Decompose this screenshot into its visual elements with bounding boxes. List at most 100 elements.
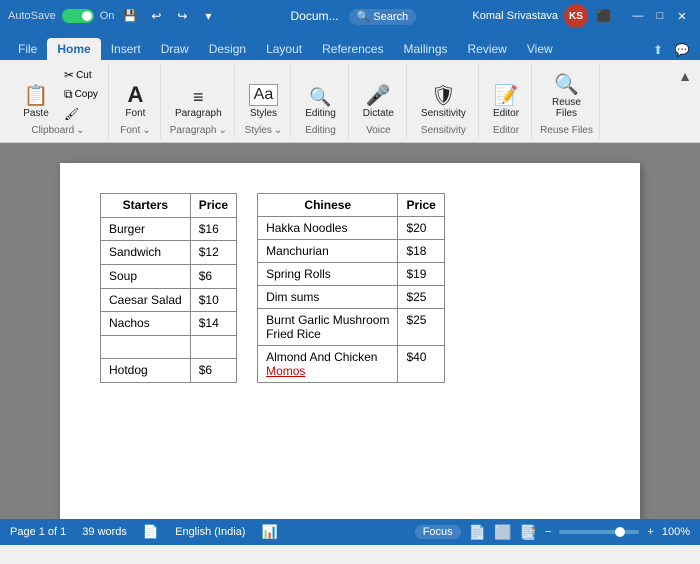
search-icon[interactable]: 🔍 Search <box>349 9 417 25</box>
user-area: Komal Srivastava KS <box>472 4 588 28</box>
ribbon-tabs: File Home Insert Draw Design Layout Refe… <box>0 32 700 60</box>
undo-icon[interactable]: ↩ <box>146 6 166 26</box>
clipboard-text: Clipboard <box>31 125 74 136</box>
redo-icon[interactable]: ↪ <box>172 6 192 26</box>
comment-icon[interactable]: 💬 <box>672 40 692 60</box>
save-icon[interactable]: 💾 <box>120 6 140 26</box>
clipboard-expand-icon[interactable]: ⌄ <box>76 125 84 136</box>
tab-review[interactable]: Review <box>458 38 517 60</box>
cut-button[interactable]: ✂ Cut <box>60 66 102 84</box>
reuse-files-button[interactable]: 🔍 ReuseFiles <box>546 71 587 123</box>
starters-price-header: Price <box>190 194 236 218</box>
paragraph-label: Paragraph <box>175 108 222 119</box>
dictate-button[interactable]: 🎤 Dictate <box>357 82 400 123</box>
voice-buttons: 🎤 Dictate <box>357 66 400 123</box>
editing-group-label: Editing <box>305 125 336 136</box>
sensitivity-buttons: 🛡 Sensitivity <box>415 66 472 123</box>
starters-price-1: $16 <box>190 217 236 241</box>
view-icon-3[interactable]: 📑 <box>520 524 537 541</box>
ribbon-collapse-arrow[interactable]: ▲ <box>678 68 692 84</box>
share-icon[interactable]: ⬆ <box>648 40 668 60</box>
sensitivity-label: Sensitivity <box>421 108 466 119</box>
zoom-level: 100% <box>662 526 690 538</box>
autosave-toggle[interactable] <box>62 9 94 23</box>
view-icon-2[interactable]: ⬜ <box>494 524 511 541</box>
table-row: Almond And ChickenMomos $40 <box>258 346 445 383</box>
clipboard-group: 📋 Paste ✂ Cut ⧉ Copy 🖌 Clipboard <box>8 64 109 138</box>
table-row: Burger $16 <box>101 217 237 241</box>
copy-button[interactable]: ⧉ Copy <box>60 85 102 104</box>
tab-home[interactable]: Home <box>47 38 100 60</box>
focus-button[interactable]: Focus <box>415 525 461 539</box>
reuse-files-group: 🔍 ReuseFiles Reuse Files <box>534 64 600 138</box>
tab-layout[interactable]: Layout <box>256 38 312 60</box>
paragraph-buttons: ≡ Paragraph <box>169 66 228 123</box>
customize-icon[interactable]: ▾ <box>198 6 218 26</box>
minimize-button[interactable]: — <box>628 6 648 26</box>
clipboard-label: Clipboard ⌄ <box>31 125 84 136</box>
title-bar: AutoSave On 💾 ↩ ↪ ▾ Docum... 🔍 Search Ko… <box>0 0 700 32</box>
proofing-icon[interactable]: 📄 <box>143 524 159 540</box>
user-name: Komal Srivastava <box>472 10 558 22</box>
voice-group-label: Voice <box>366 125 390 136</box>
starters-item-1: Burger <box>101 217 191 241</box>
tab-insert[interactable]: Insert <box>101 38 151 60</box>
starters-item-empty <box>101 335 191 359</box>
zoom-minus-button[interactable]: − <box>545 526 551 538</box>
close-button[interactable]: ✕ <box>672 6 692 26</box>
format-painter-button[interactable]: 🖌 <box>60 105 102 123</box>
chinese-price-header: Price <box>398 194 444 217</box>
zoom-slider[interactable] <box>559 530 639 534</box>
starters-item-3: Soup <box>101 264 191 288</box>
autosave-label: AutoSave <box>8 10 56 22</box>
tab-design[interactable]: Design <box>199 38 256 60</box>
paragraph-expand-icon[interactable]: ⌄ <box>218 125 226 136</box>
styles-group-label: Styles ⌄ <box>245 125 283 136</box>
starters-header: Starters <box>101 194 191 218</box>
track-changes-icon[interactable]: 📊 <box>261 524 277 540</box>
table-wrapper: Starters Price Burger $16 Sandwich $12 S… <box>100 193 600 383</box>
dictate-icon: 🎤 <box>366 86 391 106</box>
table-row: Nachos $14 <box>101 312 237 336</box>
user-avatar[interactable]: KS <box>564 4 588 28</box>
starters-price-6: $6 <box>190 359 236 383</box>
paste-button[interactable]: 📋 Paste <box>14 82 58 123</box>
tab-mailings[interactable]: Mailings <box>393 38 457 60</box>
zoom-plus-button[interactable]: + <box>647 526 653 538</box>
editing-button[interactable]: 🔍 Editing <box>299 84 342 123</box>
tab-file[interactable]: File <box>8 38 47 60</box>
paragraph-button[interactable]: ≡ Paragraph <box>169 84 228 123</box>
view-icon-1[interactable]: 📄 <box>469 524 486 541</box>
font-expand-icon[interactable]: ⌄ <box>142 125 150 136</box>
ribbon-collapse-icon[interactable]: ⬛ <box>594 6 614 26</box>
font-button[interactable]: A Font <box>117 80 153 123</box>
language[interactable]: English (India) <box>175 526 245 538</box>
tab-view[interactable]: View <box>517 38 563 60</box>
editor-icon: 📝 <box>494 86 519 106</box>
paragraph-group: ≡ Paragraph Paragraph ⌄ <box>163 64 235 138</box>
tab-references[interactable]: References <box>312 38 393 60</box>
ribbon-content: 📋 Paste ✂ Cut ⧉ Copy 🖌 Clipboard <box>0 60 700 143</box>
page-info: Page 1 of 1 <box>10 526 66 538</box>
page: Starters Price Burger $16 Sandwich $12 S… <box>60 163 640 519</box>
format-painter-icon: 🖌 <box>64 107 79 121</box>
sensitivity-button[interactable]: 🛡 Sensitivity <box>415 82 472 123</box>
editing-label: Editing <box>305 108 336 119</box>
font-label: Font <box>125 108 145 119</box>
editor-button[interactable]: 📝 Editor <box>487 82 525 123</box>
sensitivity-icon: 🛡 <box>431 86 456 106</box>
styles-button[interactable]: Aa Styles <box>243 80 285 123</box>
chinese-price-2: $18 <box>398 240 444 263</box>
styles-expand-icon[interactable]: ⌄ <box>274 125 282 136</box>
styles-group: Aa Styles Styles ⌄ <box>237 64 292 138</box>
sensitivity-group-label: Sensitivity <box>421 125 466 136</box>
editor-group-label: Editor <box>493 125 519 136</box>
momos-text: Momos <box>266 364 305 378</box>
starters-item-4: Caesar Salad <box>101 288 191 312</box>
chinese-table: Chinese Price Hakka Noodles $20 Manchuri… <box>257 193 445 383</box>
maximize-button[interactable]: □ <box>650 6 670 26</box>
styles-buttons: Aa Styles <box>243 66 285 123</box>
table-row: Sandwich $12 <box>101 241 237 265</box>
tab-draw[interactable]: Draw <box>151 38 199 60</box>
table-row: Caesar Salad $10 <box>101 288 237 312</box>
